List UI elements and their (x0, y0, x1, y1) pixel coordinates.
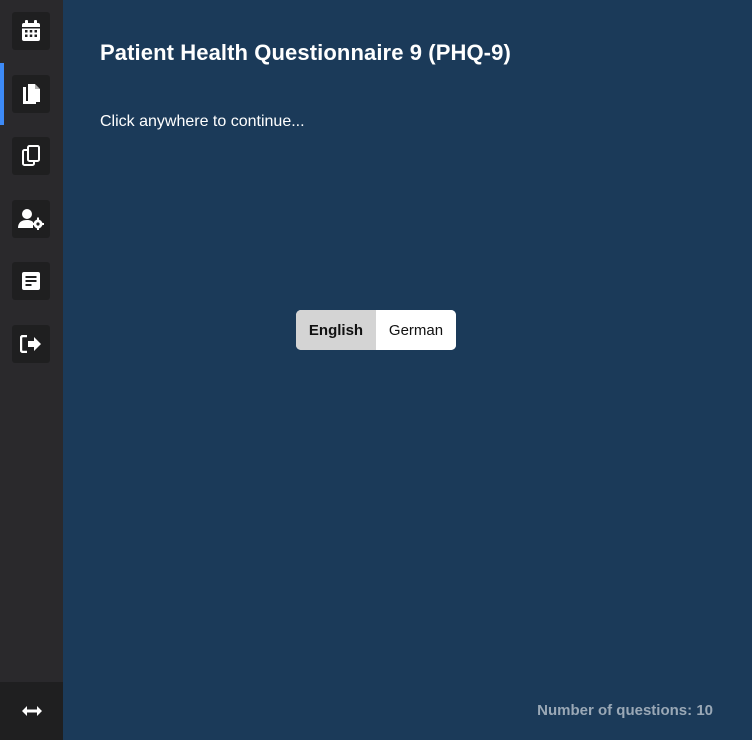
calendar-icon (21, 20, 41, 42)
documents-icon (21, 83, 41, 105)
language-toggle: English German (296, 310, 456, 350)
sidebar-item-report[interactable] (12, 262, 50, 300)
sidebar-item-calendar[interactable] (12, 12, 50, 50)
question-count: Number of questions: 10 (537, 702, 713, 719)
language-option-english[interactable]: English (296, 310, 376, 350)
sidebar-item-user-settings[interactable] (12, 200, 50, 238)
question-count-label: Number of questions: (537, 702, 693, 719)
user-cog-icon (18, 208, 44, 230)
sign-out-icon (20, 335, 42, 353)
questionnaire-intro[interactable]: Patient Health Questionnaire 9 (PHQ-9) C… (63, 0, 752, 740)
report-icon (21, 271, 41, 291)
page-title: Patient Health Questionnaire 9 (PHQ-9) (100, 40, 511, 65)
copy-icon (21, 145, 41, 167)
language-option-german[interactable]: German (376, 310, 456, 350)
sidebar-item-documents[interactable] (12, 75, 50, 113)
sidebar-item-logout[interactable] (12, 325, 50, 363)
sidebar-toggle-button[interactable] (0, 682, 63, 740)
continue-hint: Click anywhere to continue... (100, 113, 305, 130)
sidebar-item-copy[interactable] (12, 137, 50, 175)
question-count-value: 10 (696, 702, 713, 719)
app: Patient Health Questionnaire 9 (PHQ-9) C… (0, 0, 752, 740)
active-indicator (0, 63, 4, 125)
resize-horizontal-icon (21, 702, 42, 721)
sidebar (0, 0, 63, 740)
